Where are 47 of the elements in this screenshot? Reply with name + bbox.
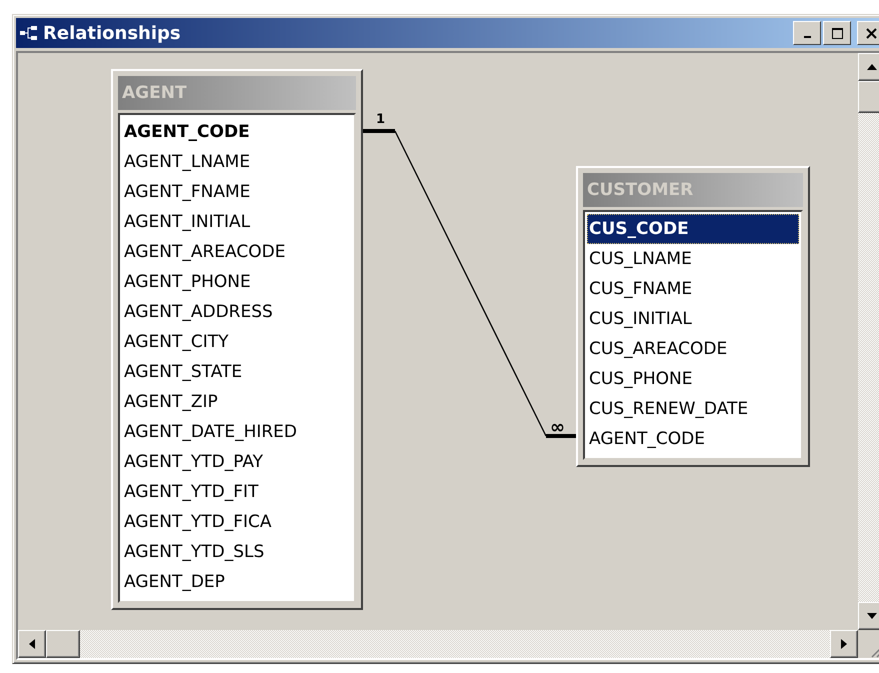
field-item[interactable]: AGENT_CODE [122,117,352,147]
down-arrow-icon [867,613,877,619]
relationships-icon [19,25,39,41]
field-item[interactable]: AGENT_DATE_HIRED [122,417,352,447]
field-item[interactable]: AGENT_YTD_FIT [122,477,352,507]
minimize-button[interactable] [793,21,821,45]
field-item[interactable]: AGENT_CITY [122,327,352,357]
scroll-left-button[interactable] [18,630,46,658]
field-item[interactable]: AGENT_YTD_PAY [122,447,352,477]
field-item[interactable]: CUS_INITIAL [587,304,799,334]
field-item[interactable]: CUS_FNAME [587,274,799,304]
field-item[interactable]: AGENT_ZIP [122,387,352,417]
field-item[interactable]: AGENT_DEP [122,567,352,597]
field-item[interactable]: CUS_RENEW_DATE [587,394,799,424]
field-item[interactable]: AGENT_FNAME [122,177,352,207]
cardinality-label: 1 [376,113,386,126]
field-item[interactable]: CUS_AREACODE [587,334,799,364]
scroll-down-button[interactable] [858,602,879,630]
scroll-thumb[interactable] [858,81,879,113]
field-item[interactable]: AGENT_INITIAL [122,207,352,237]
field-item[interactable]: AGENT_STATE [122,357,352,387]
table-window[interactable]: CUSTOMER CUS_CODE CUS_LNAME CUS_FNAME CUS_INITIAL CUS_AREACODE CUS_PHONE CUS_RENEW_DATE AGENT_CODE [576,166,810,467]
up-arrow-icon [867,64,877,70]
field-item[interactable]: AGENT_YTD_SLS [122,537,352,567]
maximize-button[interactable] [823,21,851,45]
left-arrow-icon [29,639,35,649]
close-icon [866,28,876,38]
field-item[interactable]: AGENT_AREACODE [122,237,352,267]
field-item[interactable]: CUS_PHONE [587,364,799,394]
scroll-up-button[interactable] [858,53,879,81]
minimize-icon [804,36,810,38]
field-item[interactable]: AGENT_PHONE [122,267,352,297]
window-title: Relationships [43,22,182,44]
horizontal-scrollbar[interactable] [18,630,858,658]
close-button[interactable] [857,21,879,45]
field-item[interactable]: AGENT_ADDRESS [122,297,352,327]
vertical-scrollbar[interactable] [858,53,879,630]
field-item[interactable]: CUS_CODE [587,214,799,244]
cardinality-label: ∞ [550,419,565,437]
scroll-right-button[interactable] [830,630,858,658]
field-item[interactable]: AGENT_CODE [587,424,799,454]
scroll-thumb[interactable] [46,630,80,658]
field-item[interactable]: AGENT_LNAME [122,147,352,177]
field-item[interactable]: AGENT_YTD_FICA [122,507,352,537]
field-item[interactable]: CUS_LNAME [587,244,799,274]
maximize-icon [832,28,842,38]
right-arrow-icon [841,639,847,649]
